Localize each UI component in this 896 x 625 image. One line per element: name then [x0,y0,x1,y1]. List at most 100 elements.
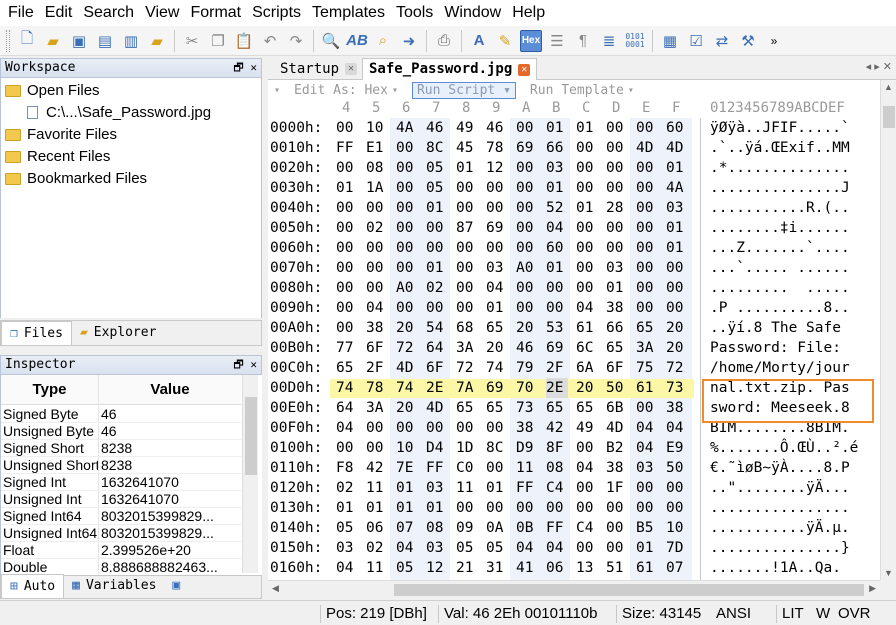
hex-byte[interactable]: 02 [366,538,388,558]
hex-byte[interactable]: 00 [396,198,418,218]
hex-ascii[interactable]: .*.............. [710,158,850,178]
hex-byte[interactable]: 00 [516,278,538,298]
hex-byte[interactable]: 0B [516,518,538,538]
hex-byte[interactable]: 04 [576,298,598,318]
hex-byte[interactable]: 00 [396,218,418,238]
hex-byte[interactable]: 1D [456,438,478,458]
save-icon[interactable]: ▣ [68,30,90,52]
scroll-thumb[interactable] [883,106,895,128]
binary-icon[interactable]: 0101 0001 [624,30,646,52]
hex-byte[interactable]: 00 [576,178,598,198]
hex-byte[interactable]: 00 [546,278,568,298]
hex-byte[interactable]: 00 [396,418,418,438]
close-icon[interactable]: ✕ [345,63,358,75]
hex-byte[interactable]: 74 [486,358,508,378]
bookmarked-files-node[interactable]: Bookmarked Files [5,170,147,187]
print-icon[interactable]: ⎙ [433,30,455,52]
hex-row[interactable]: 0020h: 00 08 00 05 01 12 00 03 00 00 00 01 .*........… [268,158,880,178]
save-as-icon[interactable]: ▥ [120,30,142,52]
hex-byte[interactable]: 00 [486,498,508,518]
inspector-row[interactable]: Unsigned Int 1632641070 [1,491,241,508]
hex-byte[interactable]: 12 [486,158,508,178]
inspector-row[interactable]: Signed Short 8238 [1,440,241,457]
hex-byte[interactable]: 10 [366,118,388,138]
hex-byte[interactable]: 38 [366,318,388,338]
hex-byte[interactable]: 46 [516,338,538,358]
hex-byte[interactable]: 50 [666,458,688,478]
hex-row[interactable]: 00B0h: 77 6F 72 64 3A 20 46 69 6C 65 3A 20 Password: … [268,338,880,358]
hex-row[interactable]: 0050h: 00 02 00 00 87 69 00 04 00 00 00 01 ........‡i… [268,218,880,238]
inspector-row[interactable]: Signed Int64 8032015399829... [1,508,241,525]
hex-byte[interactable]: 2F [546,358,568,378]
menu-tools[interactable]: Tools [392,0,440,26]
hex-byte[interactable]: 00 [636,298,658,318]
hex-row[interactable]: 0030h: 01 1A 00 05 00 00 00 01 00 00 00 4A..........… [268,178,880,198]
hex-ascii[interactable]: %.......Ô.ŒÙ..².é [710,438,858,458]
hex-byte[interactable]: 00 [606,178,628,198]
hex-byte[interactable]: 65 [486,398,508,418]
hex-byte[interactable]: 1F [606,478,628,498]
hex-byte[interactable]: 00 [396,238,418,258]
hex-byte[interactable]: 00 [456,498,478,518]
hex-byte[interactable]: 8F [546,438,568,458]
checklist-icon[interactable]: ☑ [685,30,707,52]
status-ovr[interactable]: OVR [838,601,871,625]
redo-icon[interactable]: ↷ [285,30,307,52]
hex-byte[interactable]: 00 [636,398,658,418]
edit-as-button[interactable]: Edit As: Hex [294,83,388,98]
hex-byte[interactable]: 00 [606,518,628,538]
calculator-icon[interactable]: ▦ [659,30,681,52]
hex-byte[interactable]: 00 [666,258,688,278]
hex-byte[interactable]: 6F [606,358,628,378]
hex-byte[interactable]: 00 [366,198,388,218]
hex-byte[interactable]: 00 [366,418,388,438]
hex-row[interactable]: 0110h: F8 42 7E FF C0 00 11 08 04 38 03 50 €.˜ìøB~ÿÀ.… [268,458,880,478]
hex-byte[interactable]: 11 [366,558,388,578]
hex-byte[interactable]: 0A [486,518,508,538]
hex-byte[interactable]: 46 [426,118,448,138]
hex-ascii[interactable]: .."........ÿÄ... [710,478,850,498]
open-file-item[interactable]: C:\...\Safe_Password.jpg [27,104,211,121]
run-template-button[interactable]: Run Template [530,83,624,98]
hex-row[interactable]: 0000h: 00 10 4A 46 49 46 00 01 01 00 00 60 ÿØÿà..JFIF… [268,118,880,138]
hex-byte[interactable]: 50 [606,378,628,398]
hex-byte[interactable]: 01 [666,158,688,178]
hex-byte[interactable]: 00 [456,238,478,258]
hex-byte[interactable]: 49 [576,418,598,438]
hex-byte[interactable]: 00 [336,258,358,278]
hex-byte[interactable]: 05 [396,558,418,578]
hex-byte[interactable]: 00 [516,158,538,178]
hex-byte[interactable]: 04 [636,418,658,438]
hex-byte[interactable]: 05 [336,518,358,538]
status-encoding[interactable]: ANSI [716,601,751,625]
hex-byte[interactable]: 06 [546,558,568,578]
hex-byte[interactable]: 04 [546,218,568,238]
hex-byte[interactable]: 00 [516,238,538,258]
hex-byte[interactable]: 00 [636,498,658,518]
hex-byte[interactable]: 01 [486,298,508,318]
hex-byte[interactable]: 4D [396,358,418,378]
hex-row[interactable]: 0010h: FF E1 00 8C 45 78 69 66 00 00 4D 4D .`..ÿá.ŒEx… [268,138,880,158]
hex-byte[interactable]: 01 [336,178,358,198]
hex-byte[interactable]: 00 [576,438,598,458]
hex-byte[interactable]: 60 [546,238,568,258]
hex-byte[interactable]: 08 [546,458,568,478]
hex-byte[interactable]: 3A [456,338,478,358]
hex-byte[interactable]: 21 [456,558,478,578]
inspector-row[interactable]: Signed Byte 46 [1,406,241,423]
hex-byte[interactable]: 03 [606,258,628,278]
hex-byte[interactable]: 01 [606,278,628,298]
hex-byte[interactable]: 01 [426,258,448,278]
hex-byte[interactable]: 00 [426,298,448,318]
hex-byte[interactable]: FF [546,518,568,538]
hex-mode-icon[interactable]: Hex [520,29,542,52]
hex-byte[interactable]: 00 [666,498,688,518]
hex-byte[interactable]: 53 [546,318,568,338]
hex-byte[interactable]: 00 [486,458,508,478]
hex-byte[interactable]: 2E [546,378,568,398]
hex-byte[interactable]: 01 [546,178,568,198]
hex-byte[interactable]: 00 [336,278,358,298]
menu-templates[interactable]: Templates [308,0,392,26]
hex-ascii[interactable]: ......... ..... [710,278,850,298]
hex-byte[interactable]: 01 [426,198,448,218]
